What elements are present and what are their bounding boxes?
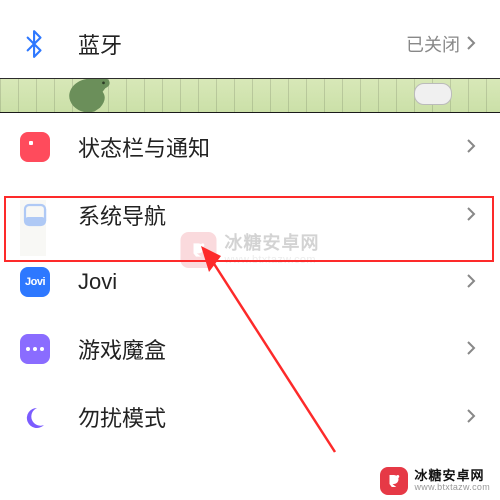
watermark-url: www.btxtazw.com [414,483,490,493]
statusbar-icon [20,132,50,162]
watermark-logo-icon [380,467,408,495]
chevron-right-icon [466,269,476,295]
moon-icon [20,402,50,432]
chevron-right-icon [466,336,476,362]
status-bar-label: 状态栏与通知 [78,131,466,163]
settings-screen: 蓝牙 已关闭 状态栏与通知 系统导航 [0,0,500,500]
settings-list: 蓝牙 已关闭 状态栏与通知 系统导航 [0,0,500,451]
row-jovi[interactable]: Jovi Jovi [0,249,500,315]
chevron-right-icon [466,404,476,430]
chevron-right-icon [466,31,476,57]
bluetooth-label: 蓝牙 [78,28,406,60]
decorative-banner [0,78,500,113]
dnd-label: 勿扰模式 [78,401,466,433]
system-navigation-label: 系统导航 [78,199,466,231]
chevron-right-icon [466,202,476,228]
row-game-box[interactable]: 游戏魔盒 [0,315,500,383]
dinosaur-icon [60,78,115,113]
chevron-right-icon [466,134,476,160]
row-status-bar[interactable]: 状态栏与通知 [0,113,500,181]
bluetooth-icon [20,29,50,59]
row-system-navigation[interactable]: 系统导航 [0,181,500,249]
jovi-label: Jovi [78,269,466,295]
row-dnd[interactable]: 勿扰模式 [0,383,500,451]
watermark-footer: 冰糖安卓网 www.btxtazw.com [370,462,500,500]
gamebox-icon [20,334,50,364]
jovi-icon: Jovi [20,267,50,297]
bluetooth-value: 已关闭 [406,31,460,57]
cloud-icon [414,83,452,105]
watermark-name: 冰糖安卓网 [414,469,490,483]
clip-artifact [20,200,46,256]
game-box-label: 游戏魔盒 [78,333,466,365]
row-bluetooth[interactable]: 蓝牙 已关闭 [0,10,500,78]
